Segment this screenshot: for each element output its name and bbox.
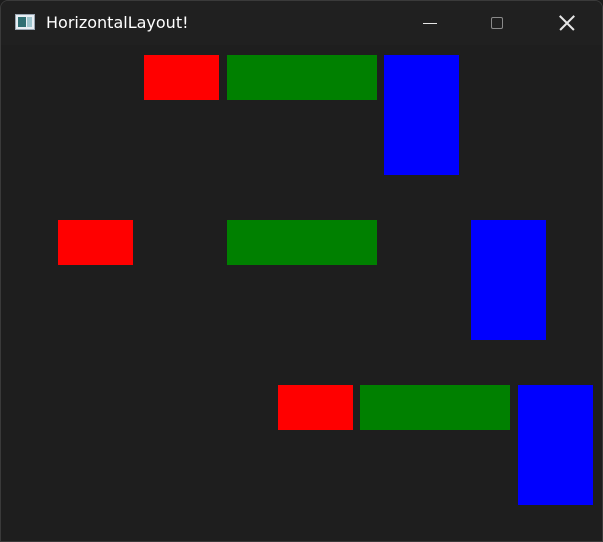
client-area [1, 45, 602, 541]
red-rectangle [58, 220, 133, 265]
minimize-icon [423, 23, 437, 24]
app-icon-pane-right [27, 17, 32, 27]
window-title: HorizontalLayout! [46, 13, 189, 32]
title-bar[interactable]: HorizontalLayout! [1, 1, 602, 45]
close-icon [559, 15, 575, 31]
red-rectangle [278, 385, 353, 430]
close-button[interactable] [535, 1, 601, 45]
red-rectangle [144, 55, 219, 100]
blue-rectangle [384, 55, 459, 175]
green-rectangle [227, 55, 377, 100]
maximize-button[interactable] [464, 1, 530, 45]
green-rectangle [360, 385, 510, 430]
blue-rectangle [471, 220, 546, 340]
app-window: HorizontalLayout! [0, 0, 603, 542]
green-rectangle [227, 220, 377, 265]
app-icon-pane-left [18, 17, 26, 27]
blue-rectangle [518, 385, 593, 505]
minimize-button[interactable] [396, 1, 462, 45]
app-window-icon [15, 14, 35, 30]
maximize-icon [491, 17, 503, 29]
